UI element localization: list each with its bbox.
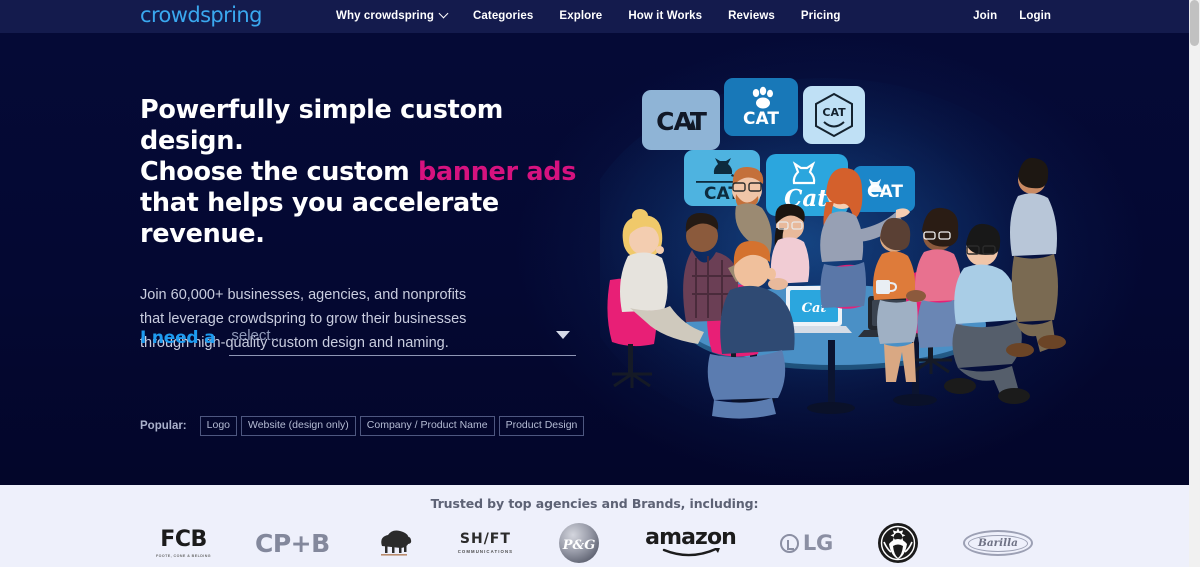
hero-section: Powerfully simple custom design. Choose … — [0, 33, 1189, 485]
trusted-by-title: Trusted by top agencies and Brands, incl… — [430, 496, 759, 511]
brand-logo-pg: P&G — [557, 521, 601, 565]
fcb-wordmark: FCB — [160, 526, 207, 552]
page-root: crowdspring Why crowdspring Categories E… — [0, 0, 1200, 567]
chevron-down-icon[interactable] — [556, 331, 570, 339]
subcopy-line-1: Join 60,000+ businesses, agencies, and n… — [140, 287, 467, 303]
headline-accent: banner ads — [417, 157, 577, 187]
brand-logo-shift: SH/FT COMMUNICATIONS — [458, 521, 513, 565]
headline-line-3: that helps you accelerate revenue. — [140, 188, 499, 249]
popular-label: Popular: — [140, 420, 187, 432]
brand-logo-fcb: FCB FOOTE, CONE & BELDING — [156, 521, 211, 565]
tag-product-design[interactable]: Product Design — [498, 416, 585, 436]
tag-website-design-only[interactable]: Website (design only) — [241, 416, 356, 436]
nav-item-pricing[interactable]: Pricing — [788, 0, 854, 33]
nav-item-why-crowdspring[interactable]: Why crowdspring — [336, 0, 460, 33]
page-scrollbar-thumb[interactable] — [1190, 0, 1199, 46]
headline-line-2-prefix: Choose the custom — [140, 157, 418, 187]
crowdspring-logo[interactable]: crowdspring — [140, 3, 262, 27]
lg-text: LG — [802, 531, 833, 555]
barilla-outer-ring: Barilla — [962, 530, 1033, 556]
amazon-wordmark: amazon — [645, 525, 737, 550]
svg-text:CAT: CAT — [656, 107, 707, 136]
team-collaboration-illustration: CAT CAT CAT CAT Cat CAT Cat — [600, 68, 1100, 448]
category-select-value: select... — [231, 327, 284, 344]
amazon-smile-icon — [662, 548, 720, 557]
nav-item-reviews[interactable]: Reviews — [715, 0, 788, 33]
nav-item-explore[interactable]: Explore — [546, 0, 615, 33]
login-button[interactable]: Login — [1019, 0, 1051, 33]
nav-label: Why crowdspring — [336, 10, 434, 22]
barilla-wordmark: Barilla — [967, 534, 1028, 552]
svg-text:P&G: P&G — [562, 538, 596, 553]
brand-logo-cpb: CP+B — [255, 521, 330, 565]
site-header: crowdspring Why crowdspring Categories E… — [0, 0, 1189, 33]
brand-logo-barilla: Barilla — [962, 521, 1033, 565]
i-need-a-label: I need a — [140, 328, 216, 348]
pg-icon: P&G — [559, 523, 600, 563]
chevron-down-icon — [438, 8, 449, 19]
account-actions: Join Login — [973, 0, 1051, 33]
project-selector: I need a select... — [140, 323, 576, 356]
lg-face-icon — [779, 533, 799, 553]
svg-text:CAT: CAT — [743, 109, 779, 129]
brand-logo-sheep — [374, 521, 414, 565]
lg-wordmark: LG — [779, 531, 833, 555]
join-button[interactable]: Join — [973, 0, 997, 33]
brand-logo-starbucks — [877, 521, 919, 565]
category-select[interactable]: select... — [229, 323, 576, 356]
fcb-tagline: FOOTE, CONE & BELDING — [156, 553, 212, 558]
main-navigation: Why crowdspring Categories Explore How i… — [336, 0, 854, 33]
brand-logo-lg: LG — [779, 521, 833, 565]
svg-text:CAT: CAT — [822, 106, 846, 119]
trusted-by-section: Trusted by top agencies and Brands, incl… — [0, 485, 1189, 567]
tag-company-product-name[interactable]: Company / Product Name — [359, 416, 495, 436]
starbucks-icon — [877, 523, 918, 563]
hero-copy: Powerfully simple custom design. Choose … — [140, 95, 600, 355]
sheep-icon — [380, 530, 411, 556]
nav-item-categories[interactable]: Categories — [460, 0, 546, 33]
nav-item-how-it-works[interactable]: How it Works — [615, 0, 715, 33]
brand-logo-amazon: amazon — [645, 521, 737, 565]
page-title: Powerfully simple custom design. Choose … — [140, 95, 600, 250]
page-scrollbar-track[interactable] — [1189, 0, 1200, 567]
shift-tagline: COMMUNICATIONS — [457, 549, 514, 554]
popular-tags: Popular: Logo Website (design only) Comp… — [140, 416, 588, 436]
headline-line-1: Powerfully simple custom design. — [140, 95, 504, 156]
shift-wordmark: SH/FT — [459, 531, 511, 547]
tag-logo[interactable]: Logo — [199, 416, 237, 436]
brand-logos: FCB FOOTE, CONE & BELDING CP+B SH/FT COM… — [0, 521, 1189, 565]
cpb-wordmark: CP+B — [255, 528, 330, 558]
